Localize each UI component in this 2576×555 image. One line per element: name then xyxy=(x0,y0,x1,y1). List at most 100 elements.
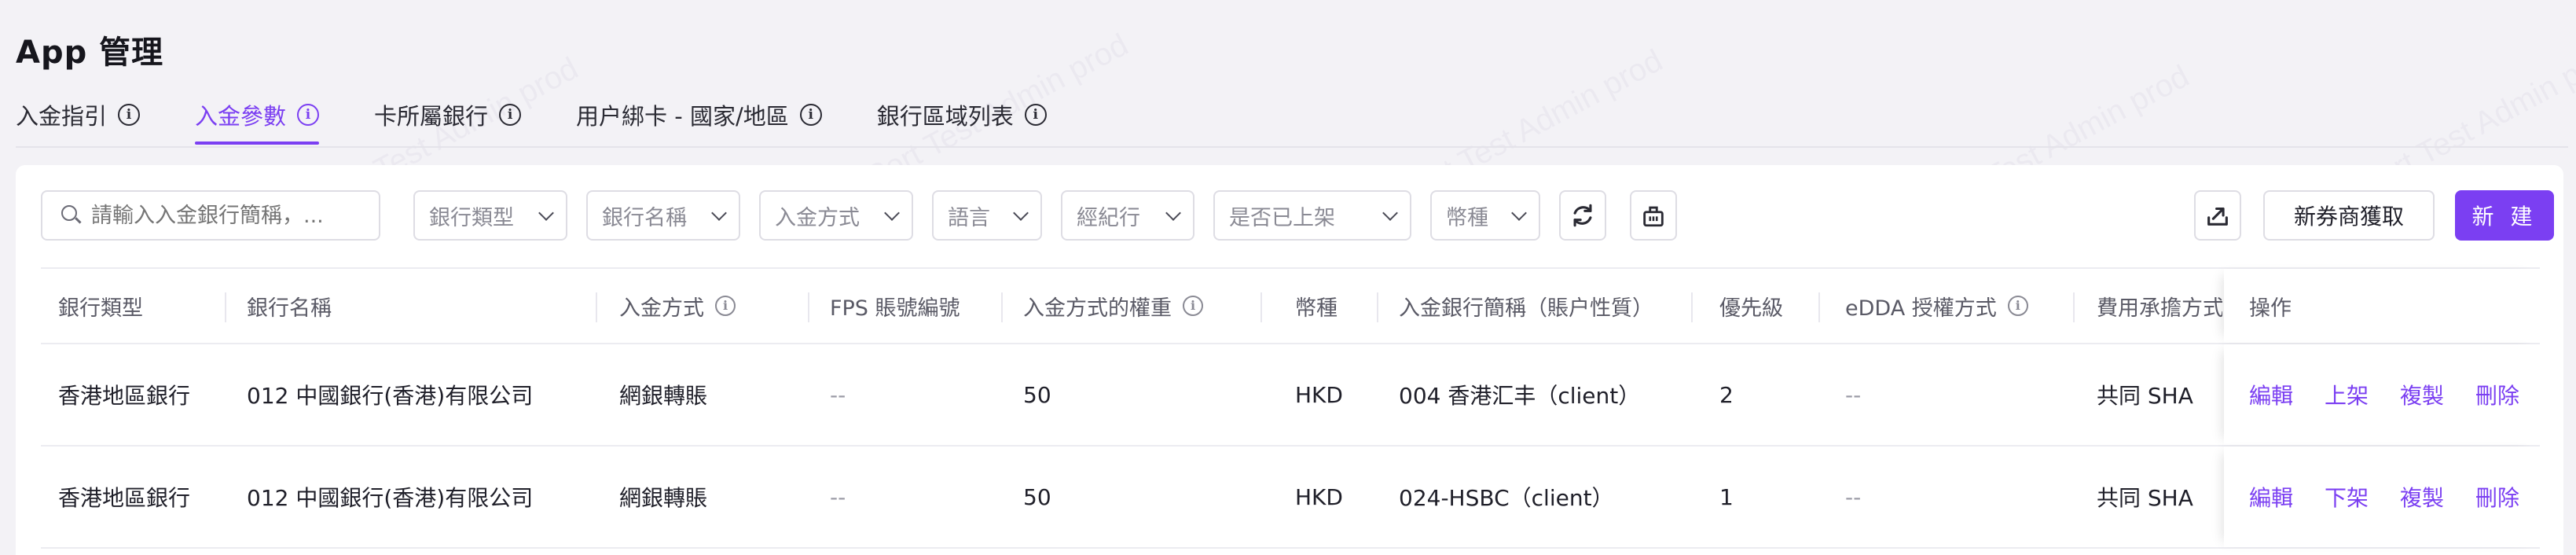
listed-select[interactable]: 是否已上架 xyxy=(1213,190,1411,241)
col-priority: 優先級 xyxy=(1719,296,1783,321)
col-fee-bearer: 費用承擔方式 xyxy=(2097,296,2222,321)
info-icon: i xyxy=(297,104,320,126)
language-select[interactable]: 語言 xyxy=(932,190,1042,241)
cell-fps-account: -- xyxy=(830,381,846,408)
tab-label: 銀行區域列表 xyxy=(876,103,1014,130)
cell-bank-short: 024-HSBC（client） xyxy=(1399,485,1614,511)
tab-label: 用户綁卡 - 國家/地區 xyxy=(576,103,789,130)
list-link[interactable]: 上架 xyxy=(2325,379,2369,410)
broker-select[interactable]: 經紀行 xyxy=(1061,190,1194,241)
cell-method-weight: 50 xyxy=(1023,483,1051,510)
search-input[interactable] xyxy=(91,203,358,228)
info-icon: i xyxy=(118,104,141,126)
refresh-button[interactable] xyxy=(1559,190,1606,241)
delete-link[interactable]: 刪除 xyxy=(2475,481,2519,513)
unlist-link[interactable]: 下架 xyxy=(2325,481,2369,513)
col-bank-name: 銀行名稱 xyxy=(247,296,332,321)
cell-fee-bearer: 共同 SHA xyxy=(2097,485,2193,511)
col-method-weight: 入金方式的權重 i xyxy=(1023,269,1203,343)
cell-bank-type: 香港地區銀行 xyxy=(58,485,191,511)
select-label: 入金方式 xyxy=(775,205,860,230)
deposit-params-table: 銀行類型 銀行名稱 入金方式 i FPS 賬號編號 入金方式的權重 i 幣種 入… xyxy=(41,267,2540,549)
select-label: 經紀行 xyxy=(1077,205,1140,230)
ops-header-cell: 操作 xyxy=(2224,269,2540,343)
create-button[interactable]: 新 建 xyxy=(2455,190,2554,241)
chevron-down-icon xyxy=(538,205,554,221)
col-edda-auth: eDDA 授權方式 i xyxy=(1845,269,2028,343)
cell-priority: 2 xyxy=(1719,381,1734,408)
tabs-divider xyxy=(16,146,2568,148)
cell-edda-auth: -- xyxy=(1845,483,1862,510)
tab-deposit-params[interactable]: 入金參數 i xyxy=(195,88,320,145)
tab-label: 卡所屬銀行 xyxy=(374,103,489,130)
select-label: 幣種 xyxy=(1446,205,1488,230)
content-card: 銀行類型 銀行名稱 入金方式 語言 經紀行 是否已上架 xyxy=(16,165,2563,555)
info-icon: i xyxy=(1183,296,1203,316)
col-label: eDDA 授權方式 xyxy=(1845,296,1997,321)
tab-bar: 入金指引 i 入金參數 i 卡所屬銀行 i 用户綁卡 - 國家/地區 i 銀行區… xyxy=(16,88,1102,148)
col-deposit-method: 入金方式 i xyxy=(619,269,736,343)
col-bank-type: 銀行類型 xyxy=(58,296,143,321)
col-label: 入金方式 xyxy=(619,296,704,321)
delete-link[interactable]: 刪除 xyxy=(2475,379,2519,410)
cell-bank-name: 012 中國銀行(香港)有限公司 xyxy=(247,383,534,409)
col-currency: 幣種 xyxy=(1295,296,1338,321)
chevron-down-icon xyxy=(884,205,900,221)
ops-cell: 編輯 上架 複製 刪除 xyxy=(2224,344,2540,445)
edit-link[interactable]: 編輯 xyxy=(2249,481,2293,513)
cell-currency: HKD xyxy=(1295,381,1343,408)
chevron-down-icon xyxy=(1382,205,1398,221)
cell-bank-type: 香港地區銀行 xyxy=(58,383,191,409)
export-icon xyxy=(2207,207,2228,226)
deposit-method-select[interactable]: 入金方式 xyxy=(759,190,913,241)
tab-card-binding-region[interactable]: 用户綁卡 - 國家/地區 i xyxy=(576,88,822,134)
chevron-down-icon xyxy=(711,205,727,221)
tab-card-bank[interactable]: 卡所屬銀行 i xyxy=(374,88,522,134)
search-icon xyxy=(61,205,82,226)
col-fps-account: FPS 賬號編號 xyxy=(830,296,960,321)
chevron-down-icon xyxy=(1013,205,1029,221)
tab-label: 入金參數 xyxy=(195,103,287,130)
export-button[interactable] xyxy=(2194,190,2241,241)
app-page: LongPort Test Admin prod LongPort Test A… xyxy=(0,0,2576,555)
cell-bank-name: 012 中國銀行(香港)有限公司 xyxy=(247,485,534,511)
table-row: 香港地區銀行 012 中國銀行(香港)有限公司 網銀轉賬 -- 50 HKD 0… xyxy=(41,447,2540,549)
tab-deposit-guide[interactable]: 入金指引 i xyxy=(16,88,141,134)
cell-fps-account: -- xyxy=(830,483,846,510)
col-label: 入金方式的權重 xyxy=(1023,296,1172,321)
cell-priority: 1 xyxy=(1719,483,1734,510)
chevron-down-icon xyxy=(1165,205,1181,221)
table-header-row: 銀行類型 銀行名稱 入金方式 i FPS 賬號編號 入金方式的權重 i 幣種 入… xyxy=(41,267,2540,344)
select-label: 是否已上架 xyxy=(1229,205,1335,230)
refresh-icon xyxy=(1573,204,1592,227)
bank-name-select[interactable]: 銀行名稱 xyxy=(586,190,740,241)
copy-link[interactable]: 複製 xyxy=(2400,481,2444,513)
search-field[interactable] xyxy=(41,190,380,241)
info-icon: i xyxy=(799,104,822,126)
page-title: App 管理 xyxy=(16,35,164,71)
cell-currency: HKD xyxy=(1295,483,1343,510)
clear-filters-button[interactable] xyxy=(1630,190,1677,241)
select-label: 銀行名稱 xyxy=(602,205,687,230)
bank-type-select[interactable]: 銀行類型 xyxy=(413,190,567,241)
cell-fee-bearer: 共同 SHA xyxy=(2097,383,2193,409)
filter-bar: 銀行類型 銀行名稱 入金方式 語言 經紀行 是否已上架 xyxy=(41,190,2554,241)
info-icon: i xyxy=(2007,296,2028,316)
select-label: 銀行類型 xyxy=(429,205,514,230)
tab-bank-region-list[interactable]: 銀行區域列表 i xyxy=(877,88,1047,134)
col-operations: 操作 xyxy=(2249,296,2292,321)
cell-method-weight: 50 xyxy=(1023,381,1051,408)
cell-deposit-method: 網銀轉賬 xyxy=(619,485,708,511)
currency-select[interactable]: 幣種 xyxy=(1430,190,1540,241)
table-row: 香港地區銀行 012 中國銀行(香港)有限公司 網銀轉賬 -- 50 HKD 0… xyxy=(41,344,2540,447)
chevron-down-icon xyxy=(1511,205,1527,221)
clear-icon xyxy=(1643,206,1664,227)
cell-edda-auth: -- xyxy=(1845,381,1862,408)
new-broker-fetch-button[interactable]: 新券商獲取 xyxy=(2263,190,2435,241)
col-bank-short: 入金銀行簡稱（賬户性質） xyxy=(1399,296,1653,321)
select-label: 語言 xyxy=(948,205,990,230)
copy-link[interactable]: 複製 xyxy=(2400,379,2444,410)
info-icon: i xyxy=(499,104,522,126)
ops-cell: 編輯 下架 複製 刪除 xyxy=(2224,447,2540,547)
edit-link[interactable]: 編輯 xyxy=(2249,379,2293,410)
